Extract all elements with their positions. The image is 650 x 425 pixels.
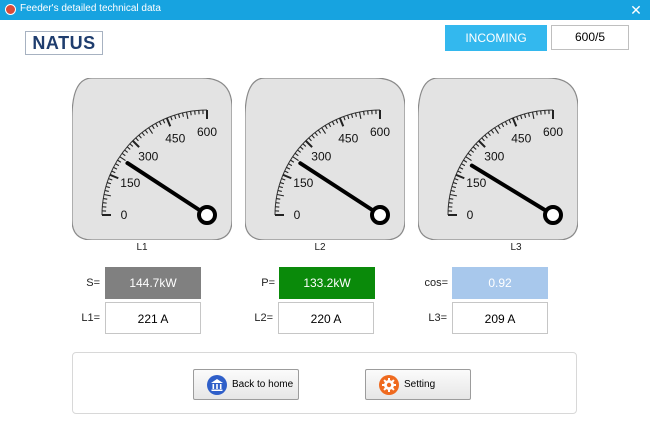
gauge-tick-label: 150 [466, 176, 486, 190]
cos-label: cos= [424, 277, 448, 289]
gauge-tick-label: 0 [467, 208, 474, 222]
gauge-tick [363, 111, 365, 116]
logo-text: NATUS [32, 33, 96, 53]
gauge-tick [103, 198, 108, 200]
incoming-button[interactable]: INCOMING [445, 25, 547, 51]
gauge-tick-label: 150 [120, 176, 140, 190]
bank-icon [207, 375, 227, 395]
close-button[interactable]: ✕ [628, 0, 644, 20]
s-value: 144.7kW [105, 267, 201, 299]
gauge-label-l2: L2 [314, 242, 326, 253]
gauge-tick-label: 450 [338, 131, 358, 145]
p-value: 133.2kW [279, 267, 375, 299]
action-panel [72, 352, 577, 414]
l1-current-value: 221 A [105, 302, 201, 334]
ct-ratio-display: 600/5 [551, 25, 629, 50]
cos-value: 0.92 [452, 267, 548, 299]
app-icon [5, 4, 16, 15]
back-to-home-label: Back to home [232, 379, 294, 390]
gauge-pivot [197, 205, 217, 225]
title-bar: Feeder's detailed technical data ✕ [0, 0, 650, 20]
gauge-tick-label: 450 [511, 131, 531, 145]
gauge-tick [190, 111, 192, 116]
gauge-tick-label: 150 [293, 176, 313, 190]
gauge-l2: 0 150 300 450 600 [245, 78, 405, 240]
l3-label: L3= [428, 312, 447, 324]
setting-button[interactable]: Setting [365, 369, 471, 400]
gauge-l1: 0 150 300 450 600 [72, 78, 232, 240]
back-to-home-button[interactable]: Back to home [193, 369, 299, 400]
gauge-pivot [543, 205, 563, 225]
l2-label: L2= [254, 312, 273, 324]
setting-label: Setting [404, 379, 436, 390]
gauge-tick [536, 111, 538, 116]
gauge-l3: 0 150 300 450 600 [418, 78, 578, 240]
gauge-label-l3: L3 [510, 242, 522, 253]
gauge-tick-label: 300 [311, 149, 331, 163]
gauge-pivot [370, 205, 390, 225]
gauge-tick-label: 450 [165, 131, 185, 145]
gauge-tick-label: 600 [543, 125, 563, 139]
gauge-tick-label: 600 [197, 125, 217, 139]
gauge-label-l1: L1 [136, 242, 148, 253]
window-title: Feeder's detailed technical data [20, 3, 161, 14]
gauge-tick-label: 300 [484, 149, 504, 163]
gear-icon [379, 375, 399, 395]
gauge-tick-label: 0 [294, 208, 301, 222]
l3-current-value: 209 A [452, 302, 548, 334]
l2-current-value: 220 A [278, 302, 374, 334]
gauge-tick-label: 600 [370, 125, 390, 139]
gauge-tick [449, 198, 454, 200]
gauge-tick-label: 300 [138, 149, 158, 163]
natus-logo: NATUS [25, 31, 103, 55]
s-label: S= [86, 277, 100, 289]
gauge-tick-label: 0 [121, 208, 128, 222]
l1-label: L1= [81, 312, 100, 324]
p-label: P= [261, 277, 275, 289]
gauge-tick [276, 198, 281, 200]
